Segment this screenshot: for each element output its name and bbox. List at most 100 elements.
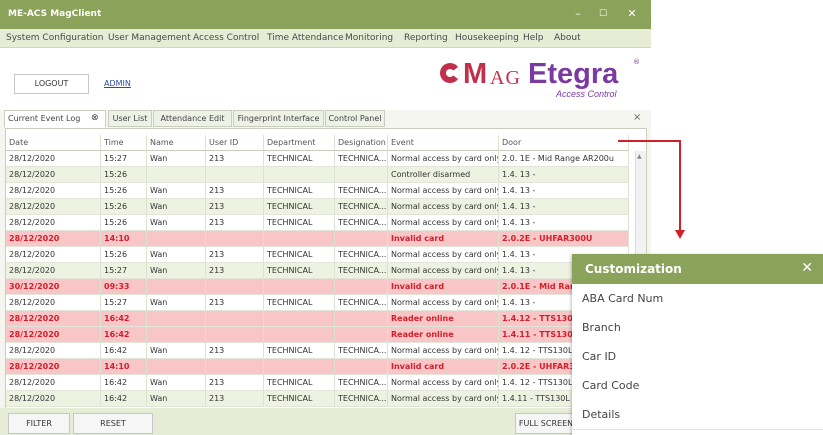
column-header-user-id[interactable]: User ID bbox=[206, 135, 264, 151]
cell-name bbox=[147, 359, 206, 375]
cell-department: TECHNICAL bbox=[264, 343, 335, 359]
table-row[interactable]: 28/12/2020 15:26 Wan 213 TECHNICAL TECHNICA..… bbox=[6, 199, 629, 215]
logo-brand-small: AG bbox=[490, 67, 521, 89]
full-screen-button[interactable]: FULL SCREEN bbox=[515, 413, 577, 434]
cell-name: Wan bbox=[147, 263, 206, 279]
reset-button[interactable]: RESET bbox=[73, 413, 153, 434]
cell-date: 28/12/2020 bbox=[6, 359, 101, 375]
cell-time: 15:27 bbox=[101, 295, 147, 311]
menu-about[interactable]: About bbox=[554, 33, 581, 43]
cell-time: 15:26 bbox=[101, 199, 147, 215]
customization-item[interactable]: Branch bbox=[572, 313, 823, 343]
tab-attendance-edit[interactable]: Attendance Edit bbox=[153, 110, 232, 127]
minimize-button[interactable]: – bbox=[567, 4, 589, 24]
customization-item[interactable]: Details bbox=[572, 400, 823, 430]
column-header-event[interactable]: Event bbox=[388, 135, 499, 151]
cell-time: 14:10 bbox=[101, 359, 147, 375]
tab-label: Current Event Log bbox=[8, 114, 81, 123]
filter-button[interactable]: FILTER bbox=[8, 413, 70, 434]
cell-user-id: 213 bbox=[206, 199, 264, 215]
menu-access-control[interactable]: Access Control bbox=[193, 33, 259, 43]
main-window: ME-ACS MagClient – ☐ ✕ System Configurat… bbox=[0, 0, 651, 435]
cell-name: Wan bbox=[147, 151, 206, 167]
callout-arrow-vertical bbox=[679, 140, 681, 233]
logout-button[interactable]: LOGOUT bbox=[14, 74, 89, 94]
table-row[interactable]: 28/12/2020 16:42 Reader online 1.4.11 - TTS… bbox=[6, 327, 629, 343]
cell-department bbox=[264, 167, 335, 183]
cell-date: 28/12/2020 bbox=[6, 183, 101, 199]
table-row[interactable]: 28/12/2020 15:27 Wan 213 TECHNICAL TECHNICA..… bbox=[6, 295, 629, 311]
cell-user-id bbox=[206, 311, 264, 327]
window-title: ME-ACS MagClient bbox=[8, 9, 102, 19]
table-row[interactable]: 28/12/2020 16:42 Wan 213 TECHNICAL TECHNICA..… bbox=[6, 343, 629, 359]
cell-time: 16:42 bbox=[101, 343, 147, 359]
column-header-designation[interactable]: Designation bbox=[335, 135, 388, 151]
table-row[interactable]: 28/12/2020 15:26 Wan 213 TECHNICAL TECHNICA..… bbox=[6, 247, 629, 263]
event-log-table: Date Time Name User ID Department Design… bbox=[5, 128, 647, 409]
customization-close-icon[interactable]: ✕ bbox=[801, 260, 813, 276]
table-row[interactable]: 28/12/2020 15:27 Wan 213 TECHNICAL TECHNICA..… bbox=[6, 263, 629, 279]
scroll-up-icon[interactable]: ▲ bbox=[637, 153, 642, 160]
column-header-name[interactable]: Name bbox=[147, 135, 206, 151]
tab-close-icon[interactable]: ⊗ bbox=[91, 111, 99, 126]
cell-name: Wan bbox=[147, 183, 206, 199]
customization-header: Customization ✕ bbox=[572, 254, 823, 284]
cell-date: 28/12/2020 bbox=[6, 375, 101, 391]
cell-door: 2.0. 1E - Mid Range AR200u bbox=[499, 151, 629, 167]
menu-user-management[interactable]: User Management bbox=[108, 33, 191, 43]
column-header-date[interactable]: Date bbox=[6, 135, 101, 151]
cell-event: Reader online bbox=[388, 311, 499, 327]
item-label: ABA Card Num bbox=[582, 292, 664, 305]
table-row[interactable]: 28/12/2020 14:10 Invalid card 2.0.2E - UHFA… bbox=[6, 231, 629, 247]
cell-time: 14:10 bbox=[101, 231, 147, 247]
table-row[interactable]: 28/12/2020 16:42 Wan 213 TECHNICAL TECHNICA..… bbox=[6, 391, 629, 407]
menu-reporting[interactable]: Reporting bbox=[404, 33, 448, 43]
admin-user-link[interactable]: ADMIN bbox=[104, 79, 131, 88]
cell-name: Wan bbox=[147, 295, 206, 311]
cell-event: Normal access by card only bbox=[388, 183, 499, 199]
menu-monitoring[interactable]: Monitoring bbox=[345, 33, 393, 43]
cell-date: 28/12/2020 bbox=[6, 327, 101, 343]
table-row[interactable]: 28/12/2020 14:10 Invalid card 2.0.2E - UHFA… bbox=[6, 359, 629, 375]
close-tab-icon[interactable]: × bbox=[633, 112, 641, 123]
callout-arrow-horizontal bbox=[618, 140, 681, 142]
customization-item[interactable]: ABA Card Num bbox=[572, 284, 823, 314]
cell-date: 30/12/2020 bbox=[6, 279, 101, 295]
column-header-time[interactable]: Time bbox=[101, 135, 147, 151]
callout-arrow-head-icon bbox=[675, 230, 685, 239]
tab-control-panel[interactable]: Control Panel bbox=[325, 110, 385, 127]
column-header-door[interactable]: Door bbox=[499, 135, 629, 151]
close-button[interactable]: ✕ bbox=[621, 4, 643, 24]
cell-department: TECHNICAL bbox=[264, 151, 335, 167]
cell-door: 1.4. 13 - bbox=[499, 215, 629, 231]
menu-system-configuration[interactable]: System Configuration bbox=[6, 33, 103, 43]
customization-item[interactable]: Car ID bbox=[572, 342, 823, 372]
table-row[interactable]: 28/12/2020 15:26 Controller disarmed 1.4. 1… bbox=[6, 167, 629, 183]
customization-item[interactable]: Card Code bbox=[572, 371, 823, 401]
maximize-button[interactable]: ☐ bbox=[592, 4, 614, 24]
item-label: Branch bbox=[582, 321, 621, 334]
table-row[interactable]: 28/12/2020 15:26 Wan 213 TECHNICAL TECHNICA..… bbox=[6, 183, 629, 199]
table-row[interactable]: 28/12/2020 15:27 Wan 213 TECHNICAL TECHNICA..… bbox=[6, 151, 629, 167]
table-row[interactable]: 28/12/2020 16:42 Wan 213 TECHNICAL TECHNICA..… bbox=[6, 375, 629, 391]
menu-housekeeping[interactable]: Housekeeping bbox=[455, 33, 519, 43]
cell-department bbox=[264, 359, 335, 375]
cell-designation: TECHNICA... bbox=[335, 343, 388, 359]
cell-door: 1.4. 13 - bbox=[499, 183, 629, 199]
cell-designation bbox=[335, 359, 388, 375]
cell-department bbox=[264, 311, 335, 327]
tab-user-list[interactable]: User List bbox=[108, 110, 152, 127]
tab-current-event-log[interactable]: Current Event Log ⊗ bbox=[4, 110, 106, 128]
table-row[interactable]: 30/12/2020 09:33 Invalid card 2.0.1E - Mid … bbox=[6, 279, 629, 295]
menu-time-attendance[interactable]: Time Attendance bbox=[267, 33, 344, 43]
cell-designation bbox=[335, 167, 388, 183]
table-row[interactable]: 28/12/2020 16:42 Reader online 1.4.12 - TTS… bbox=[6, 311, 629, 327]
cell-name bbox=[147, 279, 206, 295]
menu-help[interactable]: Help bbox=[523, 33, 544, 43]
cell-door: 1.4. 13 - bbox=[499, 167, 629, 183]
cell-department: TECHNICAL bbox=[264, 215, 335, 231]
column-header-department[interactable]: Department bbox=[264, 135, 335, 151]
cell-designation bbox=[335, 311, 388, 327]
table-row[interactable]: 28/12/2020 15:26 Wan 213 TECHNICAL TECHNICA..… bbox=[6, 215, 629, 231]
tab-fingerprint-interface[interactable]: Fingerprint Interface bbox=[233, 110, 324, 127]
